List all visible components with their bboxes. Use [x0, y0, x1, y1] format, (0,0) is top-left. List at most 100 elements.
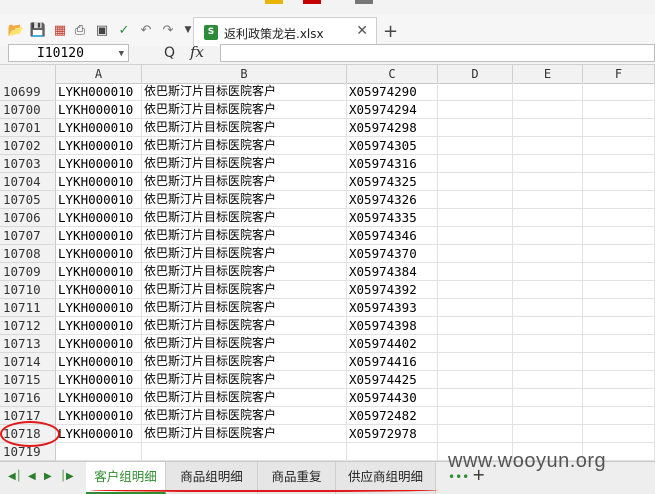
row-header[interactable]: 10718 — [0, 425, 56, 443]
cell-b[interactable]: 依巴斯汀片目标医院客户 — [142, 263, 347, 281]
cell-d[interactable] — [438, 425, 513, 443]
undo-icon[interactable]: ↶ — [138, 22, 154, 38]
cell-c[interactable]: X05974402 — [347, 335, 438, 353]
table-row[interactable]: 10718 LYKH000010 依巴斯汀片目标医院客户 X05972978 — [0, 425, 655, 443]
cell-d[interactable] — [438, 173, 513, 191]
cell-e[interactable] — [513, 137, 583, 155]
cell-d[interactable] — [438, 101, 513, 119]
cell-f[interactable] — [583, 335, 655, 353]
cell-d[interactable] — [438, 119, 513, 137]
cell-f[interactable] — [583, 101, 655, 119]
table-row[interactable]: 10714 LYKH000010 依巴斯汀片目标医院客户 X05974416 — [0, 353, 655, 371]
cell-d[interactable] — [438, 371, 513, 389]
row-header[interactable]: 10710 — [0, 281, 56, 299]
cell-d[interactable] — [438, 83, 513, 101]
cell-b[interactable]: 依巴斯汀片目标医院客户 — [142, 407, 347, 425]
row-header[interactable]: 10700 — [0, 101, 56, 119]
cell-e[interactable] — [513, 155, 583, 173]
cell-f[interactable] — [583, 173, 655, 191]
cell-e[interactable] — [513, 371, 583, 389]
first-sheet-icon[interactable]: ◀│ — [8, 471, 22, 482]
cell-f[interactable] — [583, 425, 655, 443]
row-header[interactable]: 10713 — [0, 335, 56, 353]
table-row[interactable]: 10707 LYKH000010 依巴斯汀片目标医院客户 X05974346 — [0, 227, 655, 245]
cell-a[interactable]: LYKH000010 — [56, 335, 142, 353]
row-header[interactable]: 10711 — [0, 299, 56, 317]
cell-a[interactable]: LYKH000010 — [56, 317, 142, 335]
last-sheet-icon[interactable]: │▶ — [60, 471, 74, 482]
chevron-down-icon[interactable]: ▼ — [119, 45, 124, 63]
cell-b[interactable]: 依巴斯汀片目标医院客户 — [142, 335, 347, 353]
cell-a[interactable]: LYKH000010 — [56, 353, 142, 371]
table-row[interactable]: 10706 LYKH000010 依巴斯汀片目标医院客户 X05974335 — [0, 209, 655, 227]
cell-a[interactable]: LYKH000010 — [56, 173, 142, 191]
cell-c[interactable]: X05974425 — [347, 371, 438, 389]
cell-b[interactable]: 依巴斯汀片目标医院客户 — [142, 389, 347, 407]
table-row[interactable]: 10704 LYKH000010 依巴斯汀片目标医院客户 X05974325 — [0, 173, 655, 191]
name-box[interactable]: I10120 ▼ — [8, 44, 129, 62]
cell-c[interactable]: X05974384 — [347, 263, 438, 281]
cell-a[interactable]: LYKH000010 — [56, 389, 142, 407]
cell-a[interactable]: LYKH000010 — [56, 191, 142, 209]
print-icon[interactable]: ⎙ — [72, 22, 88, 38]
row-header[interactable]: 10717 — [0, 407, 56, 425]
cell-f[interactable] — [583, 245, 655, 263]
cell-e[interactable] — [513, 407, 583, 425]
cell-a[interactable]: LYKH000010 — [56, 281, 142, 299]
cell-e[interactable] — [513, 83, 583, 101]
open-folder-icon[interactable]: 📂 — [8, 22, 24, 38]
file-tab[interactable]: S 返利政策龙岩.xlsx ✕ — [193, 17, 377, 46]
cell-b[interactable]: 依巴斯汀片目标医院客户 — [142, 281, 347, 299]
cell-a[interactable]: LYKH000010 — [56, 137, 142, 155]
column-header-f[interactable]: F — [583, 65, 655, 83]
export-pdf-icon[interactable]: ▦ — [52, 22, 68, 38]
cell-c[interactable]: X05972482 — [347, 407, 438, 425]
cell-a[interactable]: LYKH000010 — [56, 407, 142, 425]
cell-f[interactable] — [583, 407, 655, 425]
cell-f[interactable] — [583, 371, 655, 389]
cell-c[interactable]: X05974370 — [347, 245, 438, 263]
cell-c[interactable]: X05974398 — [347, 317, 438, 335]
cell-e[interactable] — [513, 227, 583, 245]
column-header-c[interactable]: C — [347, 65, 438, 83]
prev-sheet-icon[interactable]: ◀ — [28, 471, 36, 482]
cell-a[interactable]: LYKH000010 — [56, 245, 142, 263]
column-header-e[interactable]: E — [513, 65, 583, 83]
cell-e[interactable] — [513, 389, 583, 407]
cell-e[interactable] — [513, 119, 583, 137]
cell-c[interactable]: X05974393 — [347, 299, 438, 317]
row-header[interactable]: 10705 — [0, 191, 56, 209]
cell-d[interactable] — [438, 299, 513, 317]
row-header[interactable]: 10704 — [0, 173, 56, 191]
column-header-a[interactable]: A — [56, 65, 142, 83]
cell-f[interactable] — [583, 155, 655, 173]
cell-c[interactable]: X05974298 — [347, 119, 438, 137]
cell-e[interactable] — [513, 245, 583, 263]
cell-b[interactable]: 依巴斯汀片目标医院客户 — [142, 227, 347, 245]
cell-c[interactable]: X05974316 — [347, 155, 438, 173]
cell-e[interactable] — [513, 317, 583, 335]
cell-e[interactable] — [513, 299, 583, 317]
cell-a[interactable]: LYKH000010 — [56, 209, 142, 227]
cell-e[interactable] — [513, 335, 583, 353]
cell-f[interactable] — [583, 281, 655, 299]
cell-b[interactable]: 依巴斯汀片目标医院客户 — [142, 371, 347, 389]
cell-d[interactable] — [438, 317, 513, 335]
cell-b[interactable]: 依巴斯汀片目标医院客户 — [142, 191, 347, 209]
cell-b[interactable]: 依巴斯汀片目标医院客户 — [142, 353, 347, 371]
table-row[interactable]: 10705 LYKH000010 依巴斯汀片目标医院客户 X05974326 — [0, 191, 655, 209]
cell-f[interactable] — [583, 119, 655, 137]
row-header[interactable]: 10719 — [0, 443, 56, 461]
cell-d[interactable] — [438, 245, 513, 263]
spell-check-icon[interactable]: ✓ — [116, 22, 132, 38]
cell-e[interactable] — [513, 101, 583, 119]
row-header[interactable]: 10699 — [0, 83, 56, 101]
redo-icon[interactable]: ↷ — [160, 22, 176, 38]
cell-e[interactable] — [513, 281, 583, 299]
select-all-corner[interactable] — [0, 65, 56, 83]
formula-input[interactable] — [220, 44, 655, 62]
cell-e[interactable] — [513, 263, 583, 281]
save-icon[interactable]: 💾 — [30, 22, 46, 38]
row-header[interactable]: 10716 — [0, 389, 56, 407]
cell-a[interactable]: LYKH000010 — [56, 425, 142, 443]
